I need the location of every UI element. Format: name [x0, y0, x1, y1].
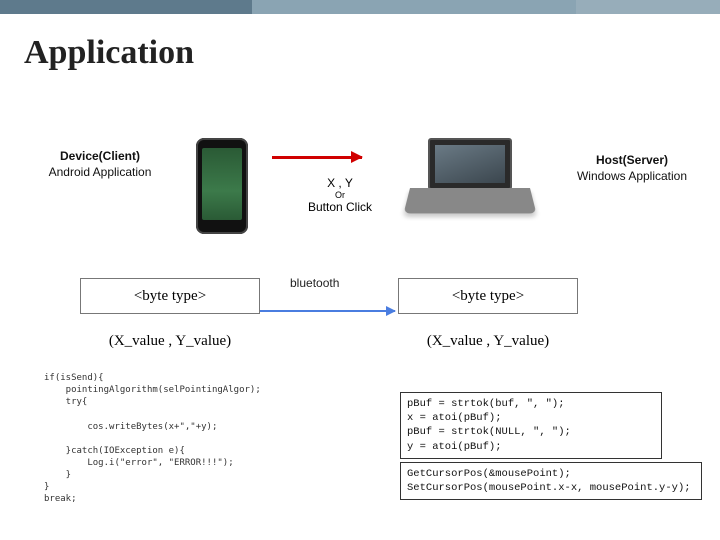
- blue-arrow-icon: [260, 310, 395, 312]
- client-byte-box: <byte type>: [80, 278, 260, 314]
- host-label: Host(Server)Windows Application: [562, 152, 702, 184]
- bluetooth-label: bluetooth: [290, 276, 339, 290]
- host-code-cursor: GetCursorPos(&mousePoint); SetCursorPos(…: [400, 462, 702, 500]
- phone-icon: [196, 138, 248, 234]
- red-arrow-icon: [272, 156, 362, 159]
- transfer-label: X , Y Or Button Click: [300, 176, 380, 214]
- host-byte-box: <byte type>: [398, 278, 578, 314]
- client-code-snippet: if(isSend){ pointingAlgorithm(selPointin…: [44, 372, 284, 506]
- client-value-label: (X_value , Y_value): [80, 324, 260, 358]
- client-label: Device(Client)Android Application: [40, 148, 160, 180]
- diagram-stage: Device(Client)Android Application X , Y …: [0, 0, 720, 540]
- laptop-icon: [410, 138, 530, 218]
- host-value-label: (X_value , Y_value): [398, 324, 578, 358]
- host-code-parse: pBuf = strtok(buf, ", "); x = atoi(pBuf)…: [400, 392, 662, 459]
